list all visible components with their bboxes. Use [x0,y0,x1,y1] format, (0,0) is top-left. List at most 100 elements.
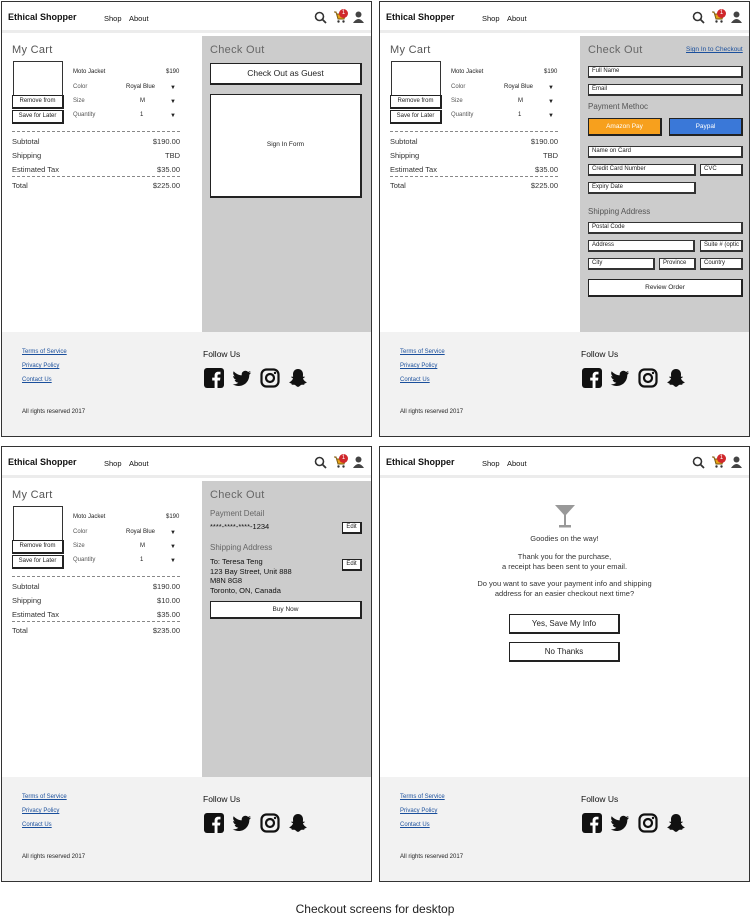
nav-about[interactable]: About [129,459,149,468]
review-order-button[interactable]: Review Order [588,279,743,297]
user-icon[interactable] [731,11,742,23]
subtotal-label: Subtotal [12,582,40,591]
nav-about[interactable]: About [129,14,149,23]
contact-link[interactable]: Contact Us [400,377,430,383]
thanks-message: Thank you for the purchase, [517,552,612,561]
color-select[interactable]: Royal Blue ▼ [126,84,178,91]
follow-us-heading: Follow Us [203,349,241,359]
nav-shop[interactable]: Shop [104,14,122,23]
search-icon[interactable] [692,11,705,24]
snapchat-icon[interactable] [288,813,308,833]
quantity-select[interactable]: 1 ▼ [126,557,178,564]
privacy-link[interactable]: Privacy Policy [400,808,437,814]
twitter-icon[interactable] [610,368,630,388]
search-icon[interactable] [314,456,327,469]
color-select[interactable]: Royal Blue ▼ [126,529,178,536]
brand-logo[interactable]: Ethical Shopper [386,12,455,22]
terms-link[interactable]: Terms of Service [22,349,67,355]
twitter-icon[interactable] [610,813,630,833]
brand-logo[interactable]: Ethical Shopper [8,12,77,22]
brand-logo[interactable]: Ethical Shopper [386,457,455,467]
nav-about[interactable]: About [507,14,527,23]
terms-link[interactable]: Terms of Service [400,794,445,800]
color-select[interactable]: Royal Blue ▼ [504,84,556,91]
nav-shop[interactable]: Shop [104,459,122,468]
facebook-icon[interactable] [582,368,602,388]
color-label: Color [451,84,466,90]
postal-code-input[interactable]: Postal Code [588,222,743,234]
edit-address-button[interactable]: Edit [342,559,362,571]
tax-label: Estimated Tax [12,610,59,619]
user-icon[interactable] [353,11,364,23]
remove-button[interactable]: Remove from [12,95,64,109]
sign-in-form[interactable]: Sign In Form [210,94,362,198]
yes-save-info-button[interactable]: Yes, Save My Info [509,614,620,634]
tax-label: Estimated Tax [12,165,59,174]
nav-shop[interactable]: Shop [482,459,500,468]
search-icon[interactable] [692,456,705,469]
amazon-pay-button[interactable]: Amazon Pay [588,118,662,136]
terms-link[interactable]: Terms of Service [400,349,445,355]
instagram-icon[interactable] [260,813,280,833]
brand-logo[interactable]: Ethical Shopper [8,457,77,467]
facebook-icon[interactable] [204,813,224,833]
contact-link[interactable]: Contact Us [400,822,430,828]
card-number-input[interactable]: Credit Card Number [588,164,696,176]
city-input[interactable]: City [588,258,655,270]
snapchat-icon[interactable] [666,813,686,833]
instagram-icon[interactable] [638,813,658,833]
edit-payment-button[interactable]: Edit [342,522,362,534]
facebook-icon[interactable] [582,813,602,833]
size-select[interactable]: M ▼ [504,98,556,105]
remove-button[interactable]: Remove from [12,540,64,554]
facebook-icon[interactable] [204,368,224,388]
privacy-link[interactable]: Privacy Policy [22,808,59,814]
province-input[interactable]: Province [659,258,696,270]
quantity-value: 1 [140,112,144,118]
save-for-later-button[interactable]: Save for Later [390,110,442,124]
email-input[interactable]: Email [588,84,743,96]
snapchat-icon[interactable] [666,368,686,388]
save-for-later-button[interactable]: Save for Later [12,110,64,124]
buy-now-button[interactable]: Buy Now [210,601,362,619]
contact-link[interactable]: Contact Us [22,822,52,828]
save-for-later-button[interactable]: Save for Later [12,555,64,569]
divider [12,576,180,577]
remove-button[interactable]: Remove from [390,95,442,109]
search-icon[interactable] [314,11,327,24]
instagram-icon[interactable] [260,368,280,388]
sign-in-to-checkout-link[interactable]: Sign In to Checkout [686,46,743,53]
snapchat-icon[interactable] [288,368,308,388]
no-thanks-button[interactable]: No Thanks [509,642,620,662]
privacy-link[interactable]: Privacy Policy [22,363,59,369]
user-icon[interactable] [731,456,742,468]
user-icon[interactable] [353,456,364,468]
nav-shop[interactable]: Shop [482,14,500,23]
suite-input[interactable]: Suite # (optic [700,240,743,252]
size-select[interactable]: M ▼ [126,543,178,550]
name-on-card-input[interactable]: Name on Card [588,146,743,158]
twitter-icon[interactable] [232,368,252,388]
cvc-input[interactable]: CVC [700,164,743,176]
terms-link[interactable]: Terms of Service [22,794,67,800]
instagram-icon[interactable] [638,368,658,388]
expiry-date-input[interactable]: Expiry Date [588,182,696,194]
follow-us-heading: Follow Us [581,349,619,359]
contact-link[interactable]: Contact Us [22,377,52,383]
country-input[interactable]: Country [700,258,743,270]
size-select[interactable]: M ▼ [126,98,178,105]
checkout-as-guest-button[interactable]: Check Out as Guest [210,63,362,85]
copyright: All rights reserved 2017 [22,409,86,415]
quantity-select[interactable]: 1 ▼ [504,112,556,119]
tax-value: $35.00 [157,610,180,619]
chevron-down-icon: ▼ [170,99,176,105]
product-price: $190 [166,69,180,75]
address-input[interactable]: Address [588,240,695,252]
full-name-input[interactable]: Full Name [588,66,743,78]
paypal-button[interactable]: Paypal [669,118,743,136]
privacy-link[interactable]: Privacy Policy [400,363,437,369]
address-line: M8N 8G8 [210,576,243,585]
twitter-icon[interactable] [232,813,252,833]
nav-about[interactable]: About [507,459,527,468]
quantity-select[interactable]: 1 ▼ [126,112,178,119]
